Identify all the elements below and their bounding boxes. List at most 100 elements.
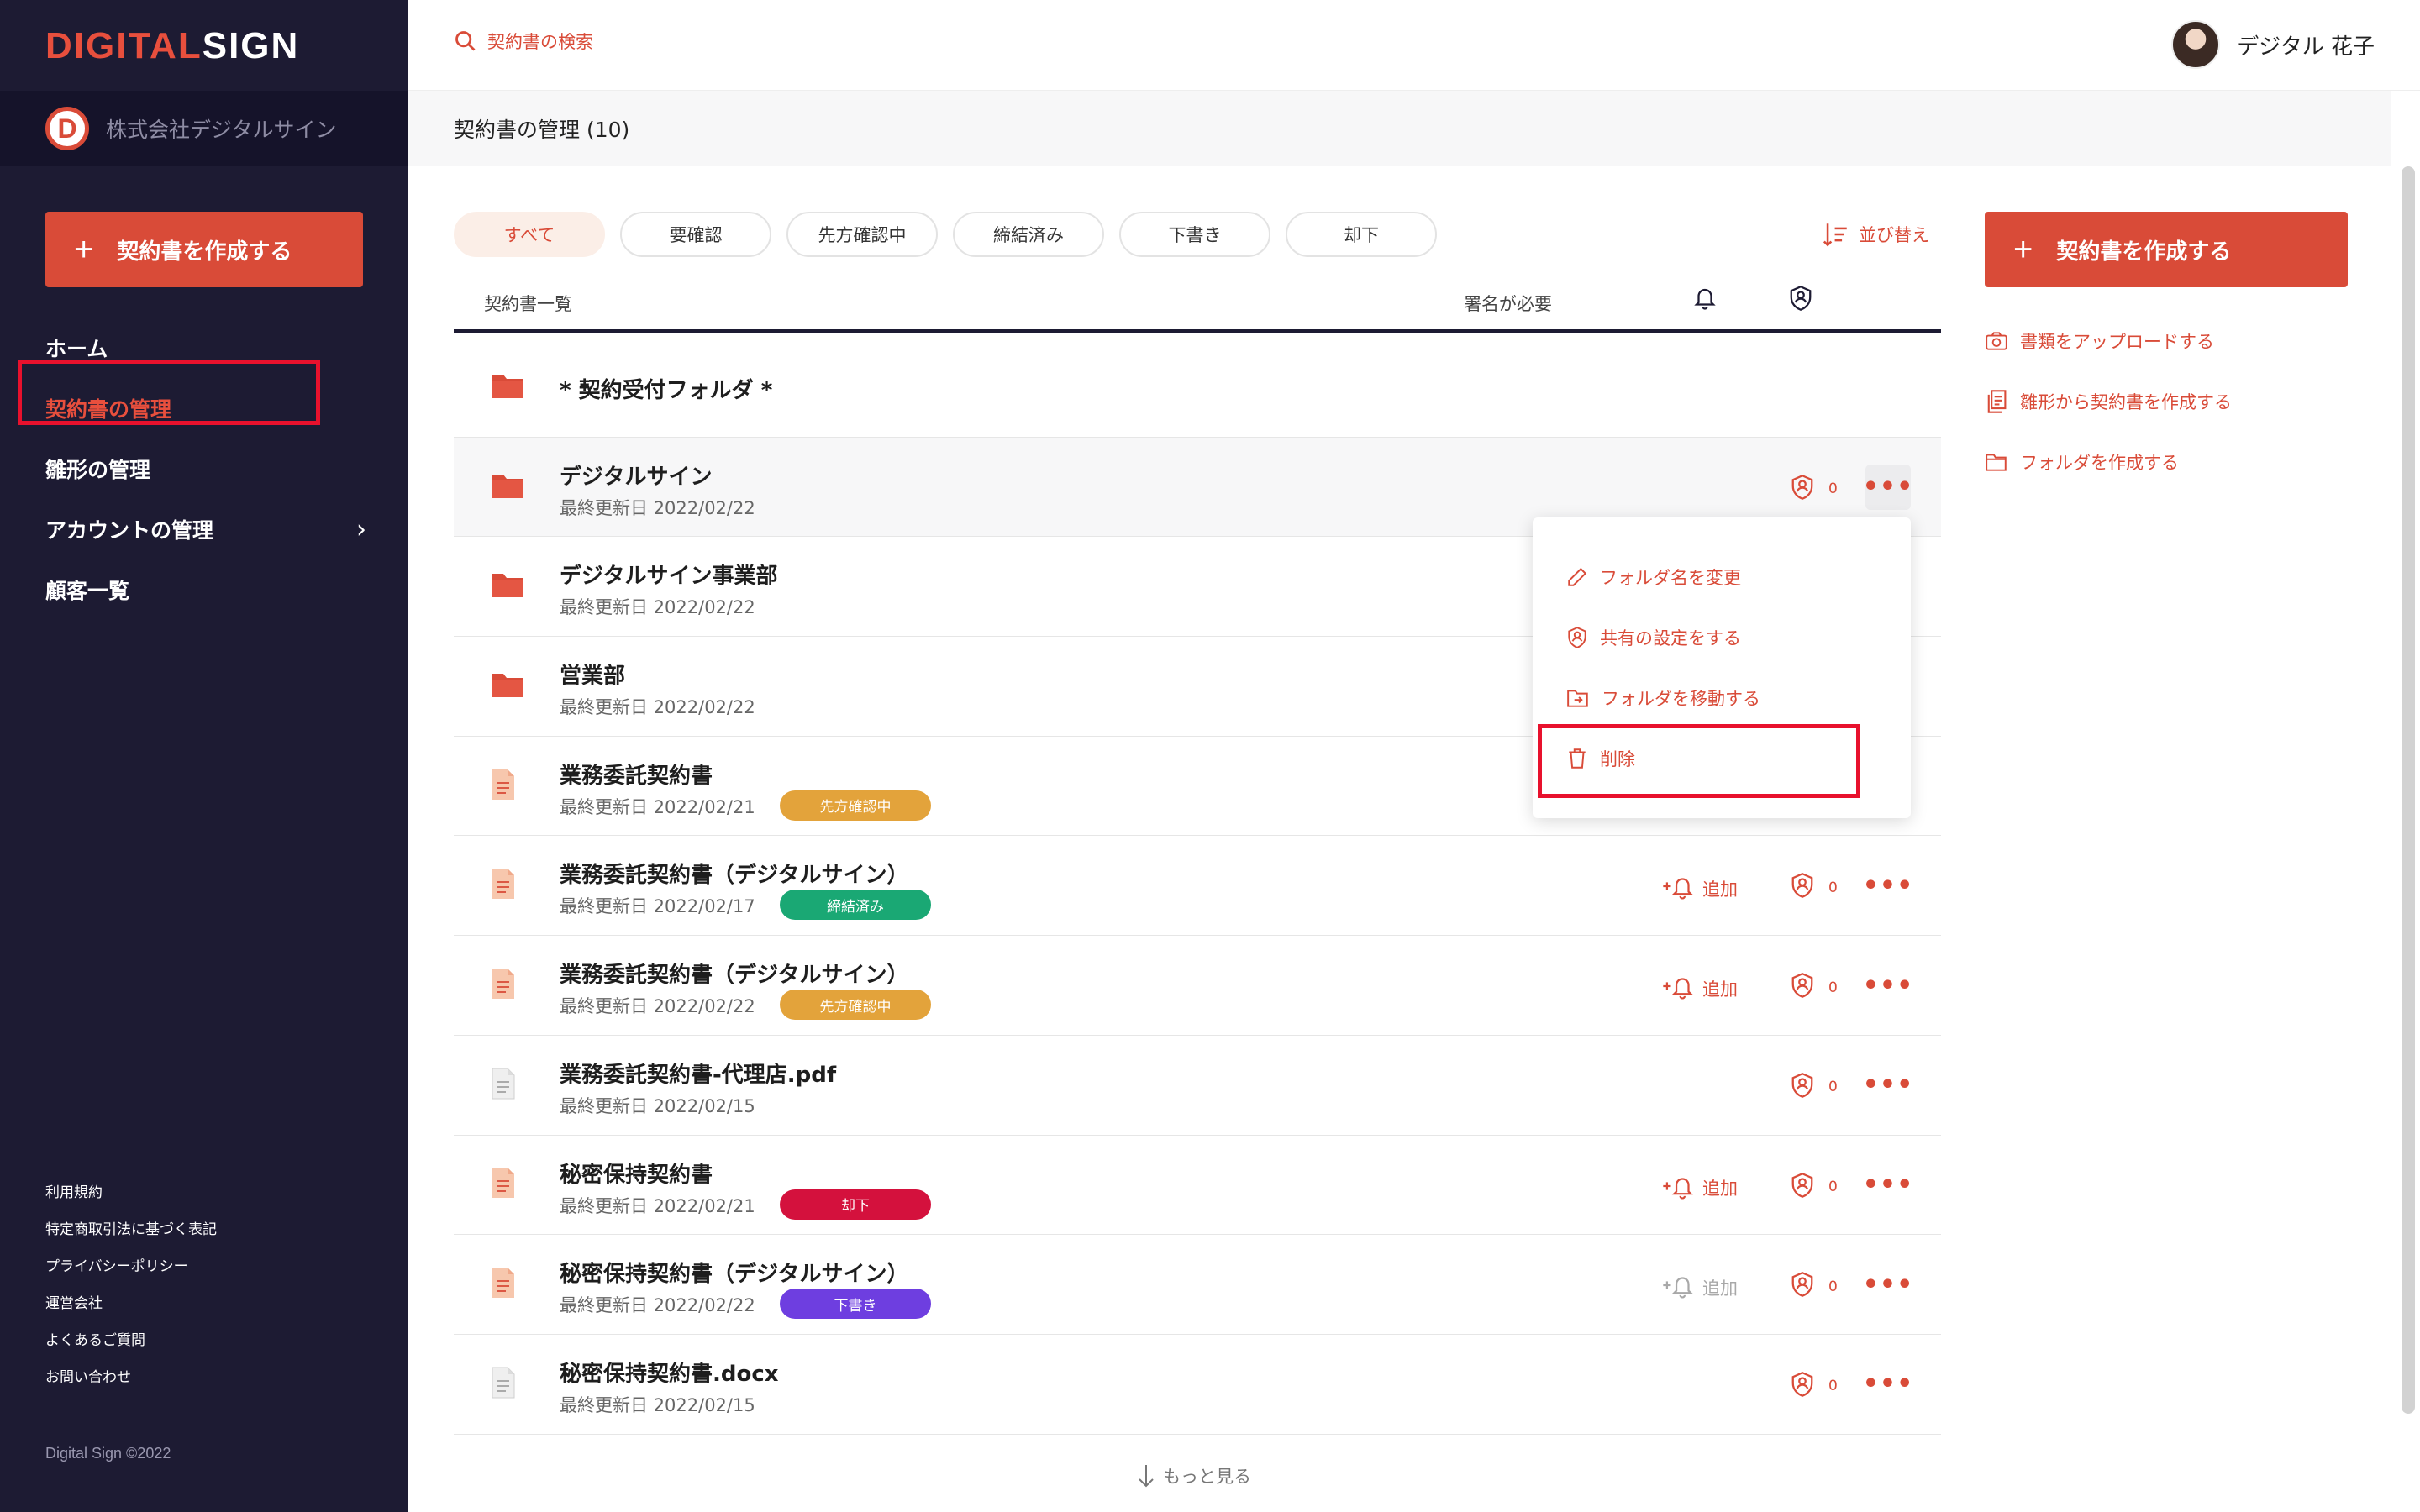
- footer-links: 利用規約 特定商取引法に基づく表記 プライバシーポリシー 運営会社 よくあるご質…: [45, 1174, 217, 1396]
- sidebar: DIGITALSIGN D 株式会社デジタルサイン + 契約書を作成する ホーム…: [0, 0, 408, 1512]
- menu-item-share-settings[interactable]: 共有の設定をする: [1566, 625, 1741, 650]
- pencil-icon: [1568, 567, 1587, 586]
- contract-document-icon: [491, 967, 516, 1004]
- table-row[interactable]: 秘密保持契約書（デジタルサイン） 最終更新日 2022/02/22 下書き 追加 0 ••…: [454, 1235, 1941, 1335]
- row-title: 業務委託契約書（デジタルサイン）: [560, 963, 909, 989]
- folder-move-icon: [1567, 690, 1588, 707]
- footer-link-terms[interactable]: 利用規約: [45, 1174, 217, 1211]
- filter-draft[interactable]: 下書き: [1119, 212, 1270, 257]
- menu-item-rename-folder[interactable]: フォルダ名を変更: [1566, 564, 1741, 590]
- page-title-bar: 契約書の管理 (10): [408, 91, 2391, 166]
- folder-icon: [491, 570, 524, 602]
- folder-row[interactable]: * 契約受付フォルダ *: [454, 338, 1941, 438]
- shield-icon: [1790, 1370, 1815, 1403]
- add-notification-button[interactable]: 追加: [1662, 1173, 1738, 1204]
- upload-documents-link[interactable]: 書類をアップロードする: [1985, 311, 2348, 371]
- add-notification-button[interactable]: 追加: [1662, 873, 1738, 904]
- status-badge: 下書き: [780, 1289, 931, 1320]
- folder-icon: [1986, 454, 2007, 471]
- add-notification-button[interactable]: 追加: [1662, 973, 1738, 1004]
- row-updated-date: 最終更新日 2022/02/17: [560, 896, 755, 917]
- more-options-button[interactable]: •••: [1863, 863, 1913, 908]
- shield-icon: [1568, 627, 1586, 648]
- list-header: 契約書一覧 署名が必要: [454, 277, 1941, 333]
- footer-link-company[interactable]: 運営会社: [45, 1285, 217, 1322]
- create-contract-button[interactable]: + 契約書を作成する: [45, 212, 363, 287]
- app-logo[interactable]: DIGITALSIGN: [45, 25, 299, 67]
- footer-link-commerce-law[interactable]: 特定商取引法に基づく表記: [45, 1211, 217, 1248]
- row-title: 秘密保持契約書（デジタルサイン）: [560, 1262, 909, 1288]
- filter-needs-review[interactable]: 要確認: [620, 212, 771, 257]
- camera-icon: [1986, 332, 2007, 350]
- row-updated-date: 最終更新日 2022/02/21: [560, 796, 755, 817]
- sidebar-item-account[interactable]: アカウントの管理 ›: [45, 499, 373, 559]
- share-status[interactable]: 0: [1790, 971, 1838, 1004]
- filter-all[interactable]: すべて: [454, 212, 605, 257]
- annotation-highlight-delete: [1538, 724, 1860, 798]
- company-switcher[interactable]: D 株式会社デジタルサイン: [0, 91, 408, 166]
- search-input[interactable]: 契約書の検索: [454, 29, 593, 54]
- table-row[interactable]: 業務委託契約書（デジタルサイン） 最終更新日 2022/02/22 先方確認中 追加 0…: [454, 936, 1941, 1036]
- scrollbar[interactable]: [2402, 166, 2415, 1414]
- sidebar-item-templates[interactable]: 雛形の管理: [45, 438, 373, 499]
- share-status[interactable]: 0: [1790, 1370, 1838, 1403]
- more-options-button[interactable]: •••: [1863, 1362, 1913, 1407]
- more-options-button[interactable]: •••: [1863, 1063, 1913, 1108]
- shield-icon: [1790, 473, 1815, 506]
- sort-button[interactable]: 並び替え: [1822, 220, 1929, 249]
- load-more-button[interactable]: もっと見る: [1136, 1463, 1251, 1488]
- user-menu[interactable]: デジタル 花子: [2171, 20, 2375, 69]
- row-title: 業務委託契約書: [560, 763, 713, 789]
- bell-plus-icon: [1662, 873, 1697, 904]
- row-updated-date: 最終更新日 2022/02/22: [560, 497, 755, 518]
- row-title: デジタルサイン事業部: [560, 564, 778, 590]
- footer-link-faq[interactable]: よくあるご質問: [45, 1322, 217, 1359]
- chevron-right-icon: ›: [356, 514, 366, 544]
- filter-chips: すべて 要確認 先方確認中 締結済み 下書き 却下: [454, 212, 1452, 257]
- filter-concluded[interactable]: 締結済み: [953, 212, 1104, 257]
- row-updated-date: 最終更新日 2022/02/15: [560, 1095, 755, 1116]
- shield-icon: [1790, 1071, 1815, 1104]
- status-badge: 却下: [780, 1189, 931, 1220]
- company-badge-icon: D: [45, 107, 89, 150]
- filter-pending-partner[interactable]: 先方確認中: [786, 212, 938, 257]
- more-options-button[interactable]: •••: [1863, 464, 1912, 510]
- quick-actions: 書類をアップロードする 雛形から契約書を作成する フォルダを作成する: [1985, 311, 2348, 492]
- sort-icon: [1823, 223, 1847, 247]
- table-row[interactable]: 秘密保持契約書 最終更新日 2022/02/21 却下 追加 0 •••: [454, 1136, 1941, 1236]
- more-options-button[interactable]: •••: [1863, 963, 1913, 1008]
- table-row[interactable]: 秘密保持契約書.docx 最終更新日 2022/02/15 0 •••: [454, 1335, 1941, 1435]
- table-row[interactable]: 業務委託契約書（デジタルサイン） 最終更新日 2022/02/17 締結済み 追加 0 •…: [454, 836, 1941, 937]
- share-status[interactable]: 0: [1790, 1270, 1838, 1303]
- right-panel: + 契約書を作成する 書類をアップロードする 雛形から契約書を作成する フォルダ…: [1985, 212, 2348, 492]
- bell-plus-icon: [1662, 1173, 1697, 1204]
- share-status[interactable]: 0: [1790, 473, 1838, 506]
- row-title: * 契約受付フォルダ *: [560, 378, 773, 403]
- annotation-highlight-nav: [18, 360, 320, 425]
- share-status[interactable]: 0: [1790, 871, 1838, 904]
- contract-document-icon: [491, 1166, 516, 1203]
- arrow-down-icon: [1139, 1465, 1154, 1488]
- shield-icon: [1790, 1171, 1815, 1204]
- create-folder-link[interactable]: フォルダを作成する: [1985, 432, 2348, 492]
- create-contract-button-right[interactable]: + 契約書を作成する: [1985, 212, 2348, 287]
- table-row[interactable]: 業務委託契約書-代理店.pdf 最終更新日 2022/02/15 0 •••: [454, 1036, 1941, 1136]
- footer-link-privacy[interactable]: プライバシーポリシー: [45, 1248, 217, 1285]
- row-title: 営業部: [560, 664, 626, 690]
- footer-link-contact[interactable]: お問い合わせ: [45, 1359, 217, 1396]
- template-icon: [1987, 390, 2007, 413]
- row-title: 秘密保持契約書.docx: [560, 1361, 779, 1387]
- share-status[interactable]: 0: [1790, 1071, 1838, 1104]
- row-title: 業務委託契約書（デジタルサイン）: [560, 863, 909, 889]
- more-options-button[interactable]: •••: [1863, 1262, 1913, 1307]
- create-from-template-link[interactable]: 雛形から契約書を作成する: [1985, 371, 2348, 432]
- filter-rejected[interactable]: 却下: [1286, 212, 1437, 257]
- user-name: デジタル 花子: [2237, 34, 2375, 60]
- add-notification-button[interactable]: 追加: [1662, 1272, 1738, 1303]
- share-status[interactable]: 0: [1790, 1171, 1838, 1204]
- status-badge: 締結済み: [780, 890, 931, 921]
- menu-item-move-folder[interactable]: フォルダを移動する: [1566, 685, 1760, 711]
- more-options-button[interactable]: •••: [1863, 1163, 1913, 1208]
- folder-icon: [491, 471, 524, 503]
- sidebar-item-customers[interactable]: 顧客一覧: [45, 559, 373, 620]
